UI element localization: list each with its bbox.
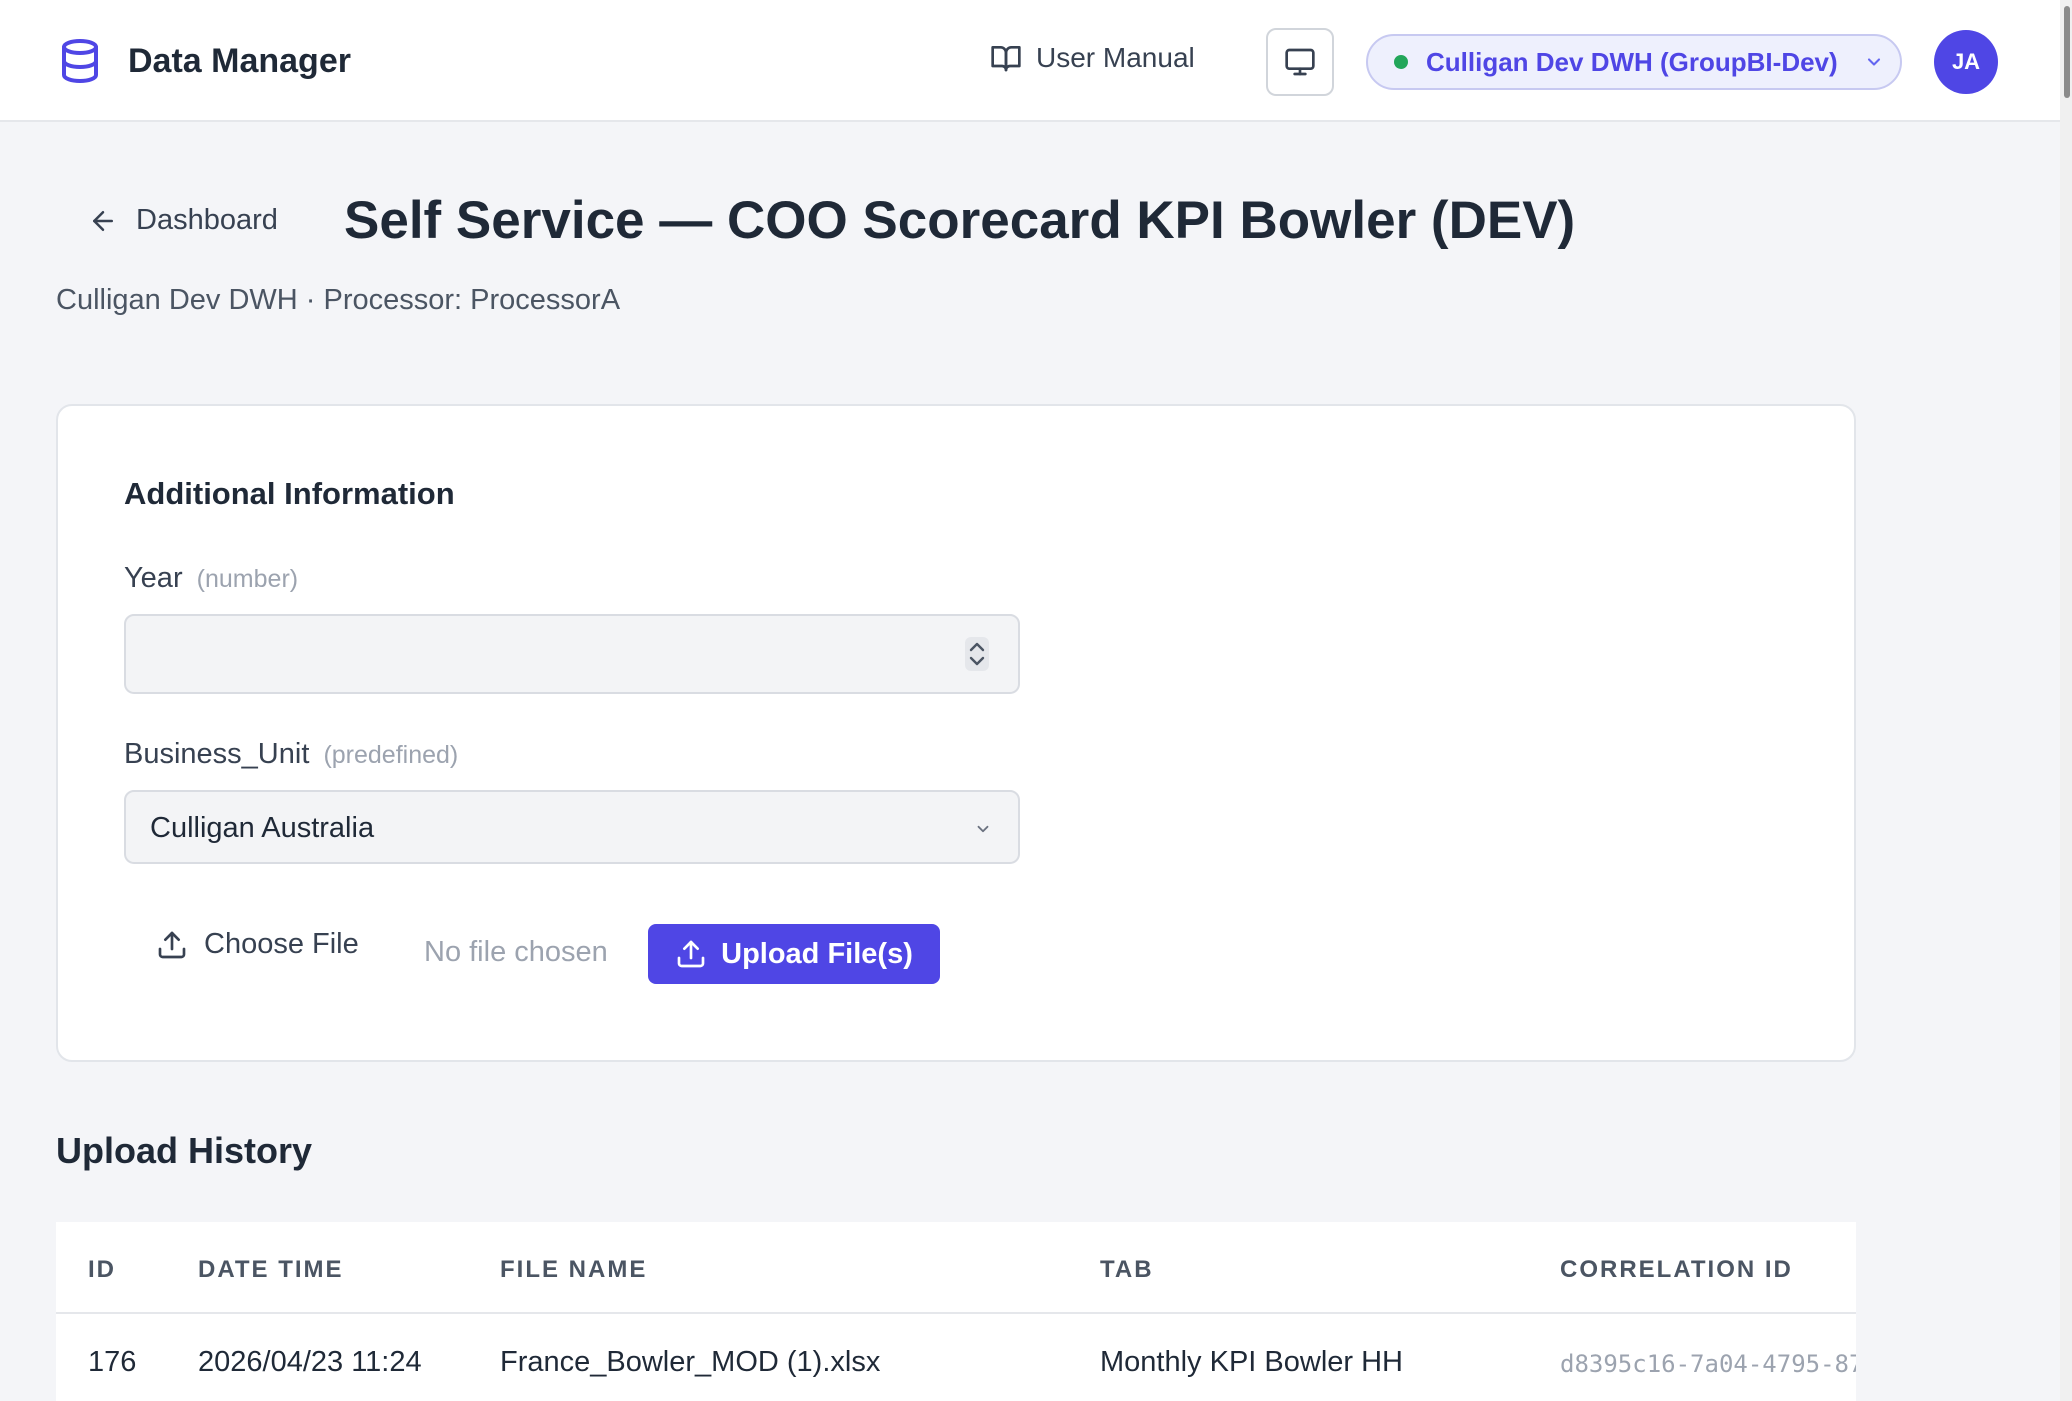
page-title: Self Service — COO Scorecard KPI Bowler … [344, 191, 1576, 250]
upload-history-table: ID DATE TIME FILE NAME TAB CORRELATION I… [56, 1222, 1856, 1401]
cell-datetime: 2026/04/23 11:24 [198, 1346, 422, 1378]
column-header-tab[interactable]: TAB [1100, 1256, 1154, 1284]
correlation-id-cell: d8395c16-7a04-4795-87 [1560, 1316, 1856, 1401]
table-row[interactable]: 176 2026/04/23 11:24 France_Bowler_MOD (… [56, 1316, 1856, 1401]
business-unit-label-text: Business_Unit [124, 738, 310, 770]
chevron-down-icon [977, 825, 989, 833]
scrollbar-thumb[interactable] [2064, 6, 2070, 98]
column-header-id[interactable]: ID [88, 1256, 116, 1284]
arrow-left-icon [93, 210, 113, 231]
page-subtitle: Culligan Dev DWH · Processor: ProcessorA [56, 284, 621, 316]
table-header: ID DATE TIME FILE NAME TAB CORRELATION I… [56, 1222, 1856, 1314]
upload-files-label: Upload File(s) [721, 937, 913, 970]
book-icon [991, 46, 1021, 72]
top-bar: Data Manager User Manual Culligan Dev DW… [0, 0, 2060, 122]
cell-id: 176 [88, 1346, 137, 1378]
monitor-icon [1285, 48, 1315, 76]
upload-history-title: Upload History [56, 1130, 313, 1171]
year-label-text: Year [124, 562, 183, 594]
brand[interactable]: Data Manager [56, 36, 351, 86]
column-header-datetime[interactable]: DATE TIME [198, 1256, 344, 1284]
cell-tab: Monthly KPI Bowler HH [1100, 1346, 1403, 1378]
chevron-down-icon [1867, 58, 1880, 66]
upload-files-button[interactable]: Upload File(s) [648, 924, 940, 984]
avatar[interactable]: JA [1934, 30, 1998, 94]
environment-label: Culligan Dev DWH (GroupBI-Dev) [1426, 46, 1838, 77]
upload-icon [158, 931, 186, 958]
no-file-text: No file chosen [424, 936, 608, 968]
database-icon [62, 39, 98, 83]
column-header-file-name[interactable]: FILE NAME [500, 1256, 647, 1284]
environment-selector[interactable]: Culligan Dev DWH (GroupBI-Dev) [1366, 34, 1902, 90]
upload-icon [677, 940, 705, 968]
user-manual-label: User Manual [1036, 42, 1195, 73]
year-label: Year (number) [124, 562, 298, 595]
display-mode-button[interactable] [1266, 28, 1334, 96]
number-stepper-icon[interactable] [964, 636, 990, 672]
business-unit-value: Culligan Australia [150, 812, 375, 844]
choose-file-button[interactable]: Choose File [156, 928, 359, 961]
scrollbar-track[interactable] [2060, 0, 2072, 1401]
business-unit-hint: (predefined) [323, 741, 459, 769]
user-manual-link[interactable]: User Manual [990, 42, 1195, 74]
year-input[interactable] [124, 614, 1020, 694]
back-to-dashboard-link[interactable]: Dashboard [88, 204, 278, 237]
section-title: Additional Information [124, 476, 455, 511]
additional-information-card: Additional Information Year (number) Bus… [56, 404, 1856, 1062]
column-header-correlation-id[interactable]: CORRELATION ID [1560, 1256, 1793, 1284]
cell-file-name: France_Bowler_MOD (1).xlsx [500, 1346, 881, 1378]
business-unit-select[interactable]: Culligan Australia [124, 790, 1020, 864]
choose-file-label: Choose File [204, 928, 359, 960]
business-unit-label: Business_Unit (predefined) [124, 738, 458, 771]
cell-correlation-id: d8395c16-7a04-4795-87 [1560, 1350, 1856, 1378]
status-dot [1394, 55, 1408, 69]
year-hint: (number) [196, 565, 299, 593]
app-name: Data Manager [128, 41, 351, 80]
back-link-label: Dashboard [136, 204, 278, 236]
